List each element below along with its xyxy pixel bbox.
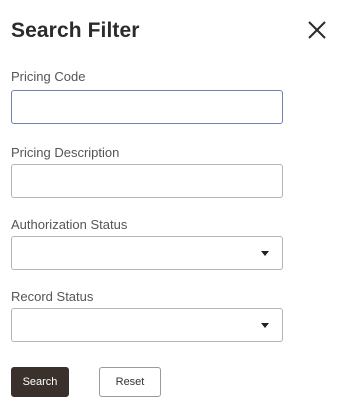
close-button[interactable] (303, 16, 331, 44)
pricing-description-label: Pricing Description (11, 145, 120, 160)
chevron-down-icon (261, 251, 269, 256)
record-status-label: Record Status (11, 289, 94, 304)
authorization-status-select[interactable] (11, 236, 283, 270)
dialog-title: Search Filter (11, 19, 140, 42)
reset-button[interactable]: Reset (99, 367, 161, 397)
record-status-select[interactable] (11, 308, 283, 342)
chevron-down-icon (261, 323, 269, 328)
search-filter-dialog: Search Filter Pricing Code Pricing Descr… (0, 0, 337, 414)
pricing-code-label: Pricing Code (11, 69, 86, 84)
pricing-description-input[interactable] (11, 164, 283, 198)
search-button[interactable]: Search (11, 367, 69, 397)
close-icon (308, 21, 326, 39)
pricing-code-input[interactable] (11, 90, 283, 124)
authorization-status-label: Authorization Status (11, 217, 128, 232)
